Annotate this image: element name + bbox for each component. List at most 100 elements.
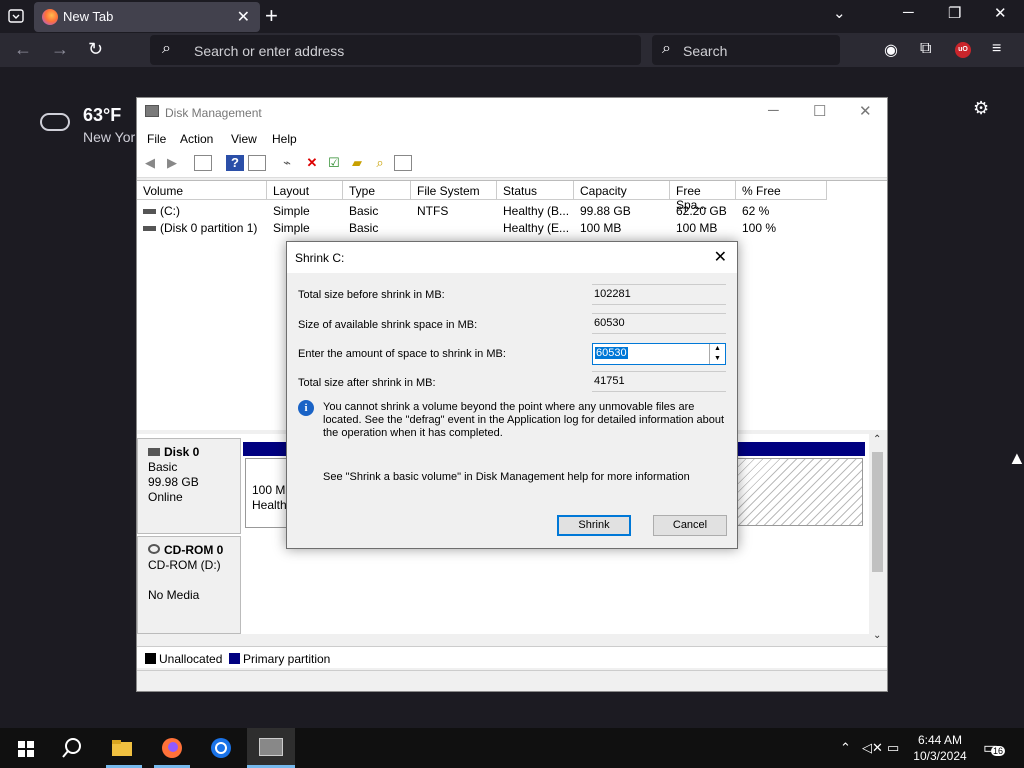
time: 6:44 AM	[917, 733, 963, 747]
decrement-icon[interactable]: ▼	[709, 354, 725, 364]
extensions-icon[interactable]: ⧉	[920, 40, 931, 58]
back-icon[interactable]: ←	[14, 39, 32, 60]
unallocated-swatch	[145, 653, 156, 664]
cancel-button[interactable]: Cancel	[653, 515, 727, 536]
column-status[interactable]: Status	[497, 181, 574, 200]
cdrom-0-name: CD-ROM 0	[164, 543, 224, 557]
new-tab-button[interactable]: +	[265, 3, 278, 29]
tab-new-tab[interactable]: New Tab ✕	[34, 2, 260, 32]
shrink-amount-stepper[interactable]: 60530 ▲ ▼	[592, 343, 726, 365]
search-folder-icon[interactable]: ⌕	[371, 155, 389, 171]
reload-icon[interactable]: ↻	[88, 39, 103, 60]
total-after-label: Total size after shrink in MB:	[298, 377, 436, 389]
notification-count: 16	[991, 746, 1006, 756]
partition-c-box[interactable]	[737, 458, 863, 526]
column-free-space[interactable]: Free Spa...	[670, 181, 736, 212]
cell-type: Basic	[349, 204, 379, 218]
close-window-icon[interactable]: ✕	[994, 4, 1007, 22]
cell-status: Healthy (E...	[503, 221, 570, 235]
browser-tab-bar: New Tab ✕ + ⌄ ─ ❐ ✕	[0, 0, 1024, 33]
list-view-icon[interactable]	[394, 155, 412, 171]
column-layout[interactable]: Layout	[267, 181, 343, 200]
window-title-bar[interactable]: Disk Management ─ ☐ ✕	[137, 98, 887, 128]
console-tree-icon[interactable]	[194, 155, 212, 171]
restore-icon[interactable]: ❐	[948, 4, 961, 22]
available-space-value: 60530	[592, 313, 726, 334]
available-space-label: Size of available shrink space in MB:	[298, 319, 478, 331]
column-capacity[interactable]: Capacity	[574, 181, 670, 200]
menu-help[interactable]: Help	[272, 132, 297, 146]
forward-icon[interactable]: →	[51, 39, 69, 60]
tab-title: New Tab	[63, 9, 114, 24]
ublock-icon[interactable]: uO	[955, 42, 971, 58]
windows-start-icon[interactable]	[12, 734, 40, 762]
forward-icon[interactable]: ▶	[163, 155, 181, 171]
address-bar[interactable]: ⌕ Search or enter address	[150, 35, 641, 65]
notification-icon[interactable]: ▭16	[983, 738, 1006, 758]
disk-management-icon	[259, 738, 283, 756]
search-placeholder: Search	[683, 43, 728, 59]
temperature: 63°F	[83, 105, 122, 125]
menu-bar: File Action View Help	[137, 128, 887, 150]
disk-management-task[interactable]	[247, 728, 295, 768]
search-icon: ⌕	[162, 40, 171, 57]
minimize-icon[interactable]: ─	[903, 4, 914, 21]
cdrom-0-label[interactable]: CD-ROM 0 CD-ROM (D:) No Media	[137, 536, 241, 634]
graph-scrollbar[interactable]: ⌃ ⌄	[869, 434, 886, 646]
shrink-amount-value[interactable]: 60530	[595, 347, 628, 359]
cdrom-icon	[148, 544, 160, 554]
connect-icon[interactable]: ⌁	[278, 155, 296, 171]
delete-icon[interactable]: ✕	[303, 155, 321, 171]
help-icon[interactable]: ?	[226, 155, 244, 171]
firefox-icon[interactable]	[158, 734, 186, 762]
close-tab-icon[interactable]: ✕	[237, 7, 250, 27]
folder-icon[interactable]: ▰	[348, 155, 366, 171]
file-explorer-icon[interactable]	[108, 734, 136, 762]
minimize-icon[interactable]: ─	[768, 102, 779, 119]
cell-percent-free: 62 %	[742, 204, 770, 218]
clock[interactable]: 6:44 AM 10/3/2024	[908, 732, 972, 764]
taskbar: ⌃ ◁✕ ▭ 6:44 AM 10/3/2024 ▭16	[0, 728, 1024, 768]
volume-muted-icon[interactable]: ◁✕	[862, 740, 883, 756]
cell-layout: Simple	[273, 221, 310, 235]
dialog-title-bar[interactable]: Shrink C: ✕	[287, 242, 737, 273]
disk-0-name: Disk 0	[164, 445, 200, 459]
menu-icon[interactable]: ≡	[992, 40, 1001, 58]
properties-icon[interactable]	[248, 155, 266, 171]
gear-icon[interactable]: ⚙	[973, 98, 989, 119]
dialog-title: Shrink C:	[295, 251, 345, 265]
shrink-button[interactable]: Shrink	[557, 515, 631, 536]
column-file-system[interactable]: File System	[411, 181, 497, 200]
maximize-icon[interactable]: ☐	[813, 102, 826, 120]
scroll-up-icon[interactable]: ⌃	[873, 434, 881, 445]
menu-view[interactable]: View	[231, 132, 257, 146]
disk-0-state: Online	[148, 490, 183, 504]
column-volume[interactable]: Volume	[137, 181, 267, 200]
scroll-down-icon[interactable]: ⌄	[873, 630, 881, 641]
chrome-icon[interactable]	[207, 734, 235, 762]
account-icon[interactable]: ◉	[884, 40, 898, 60]
menu-file[interactable]: File	[147, 132, 166, 146]
close-icon[interactable]: ✕	[714, 247, 727, 267]
check-icon[interactable]: ☑	[325, 155, 343, 171]
info-message: You cannot shrink a volume beyond the po…	[323, 401, 725, 439]
column-percent-free[interactable]: % Free	[736, 181, 827, 200]
increment-icon[interactable]: ▲	[709, 344, 725, 354]
disk-management-icon	[145, 105, 159, 117]
show-hidden-icons-icon[interactable]: ⌃	[840, 740, 851, 756]
shrink-dialog: Shrink C: ✕ Total size before shrink in …	[286, 241, 738, 549]
tab-list-icon[interactable]	[6, 6, 26, 26]
legend: Unallocated Primary partition	[137, 646, 887, 668]
search-icon[interactable]	[58, 734, 86, 762]
column-type[interactable]: Type	[343, 181, 411, 200]
drive-icon	[143, 209, 156, 215]
disk-0-label[interactable]: Disk 0 Basic 99.98 GB Online	[137, 438, 241, 534]
search-bar[interactable]: ⌕ Search	[652, 35, 840, 65]
cdrom-media: No Media	[148, 588, 200, 602]
back-icon[interactable]: ◀	[141, 155, 159, 171]
list-all-tabs-icon[interactable]: ⌄	[833, 4, 846, 22]
close-icon[interactable]: ✕	[859, 102, 872, 120]
network-icon[interactable]: ▭	[887, 740, 899, 756]
scroll-thumb[interactable]	[872, 452, 883, 572]
menu-action[interactable]: Action	[180, 132, 213, 146]
